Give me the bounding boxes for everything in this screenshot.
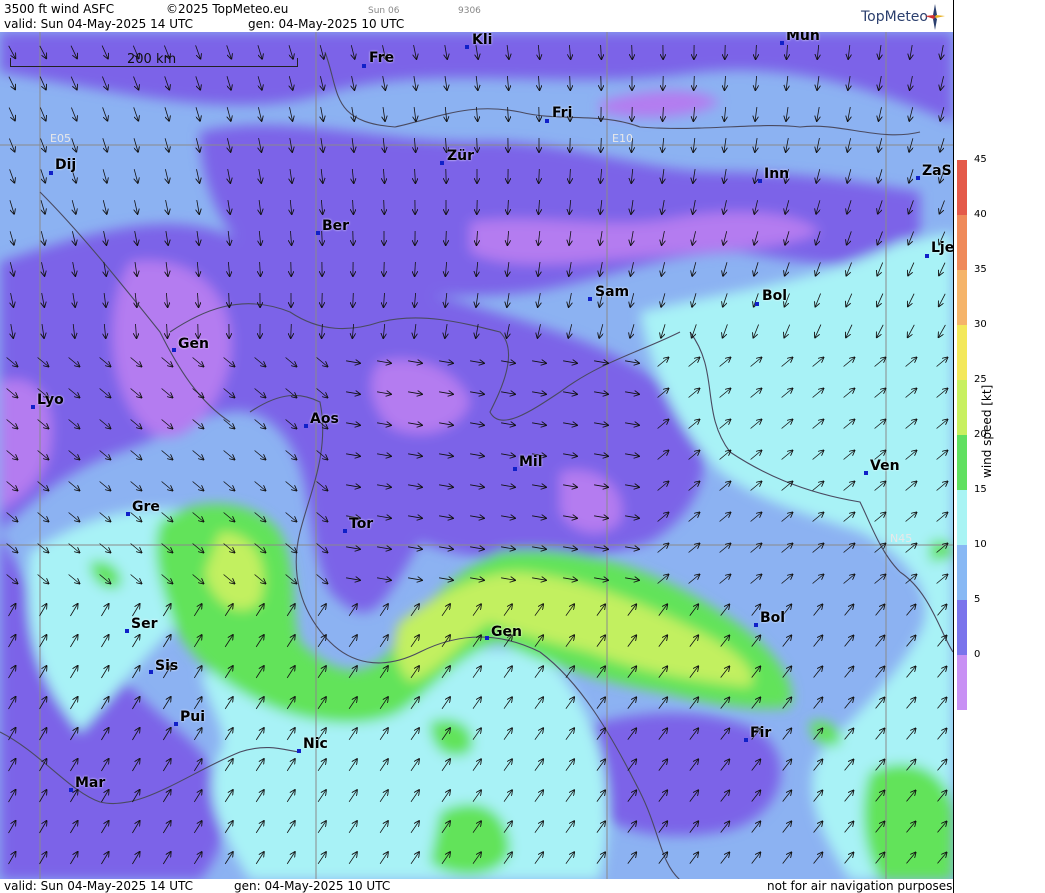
city-marker bbox=[513, 467, 517, 471]
header: 3500 ft wind ASFC ©2025 TopMeteo.eu Sun … bbox=[0, 0, 953, 32]
legend-color-step bbox=[957, 380, 967, 435]
city-marker bbox=[69, 788, 73, 792]
city-marker bbox=[758, 179, 762, 183]
city-label[interactable]: Sis bbox=[155, 658, 178, 674]
wind-speed-legend: 45 40 35 30 25 20 15 10 5 0 wind speed [kt] bbox=[953, 0, 1045, 893]
compass-star-icon bbox=[925, 4, 945, 30]
city-label[interactable]: Aos bbox=[310, 411, 339, 427]
city-marker bbox=[297, 749, 301, 753]
disclaimer: not for air navigation purposes bbox=[767, 879, 953, 893]
city-label[interactable]: Lyo bbox=[37, 392, 64, 408]
city-marker bbox=[588, 297, 592, 301]
city-label[interactable]: Ber bbox=[322, 218, 349, 234]
footer: valid: Sun 04-May-2025 14 UTC gen: 04-Ma… bbox=[0, 879, 953, 893]
city-label[interactable]: Bol bbox=[760, 610, 785, 626]
city-marker bbox=[362, 64, 366, 68]
legend-tick: 40 bbox=[974, 209, 987, 220]
city-label[interactable]: Nic bbox=[303, 736, 328, 752]
city-marker bbox=[864, 471, 868, 475]
legend-tick: 5 bbox=[974, 594, 981, 605]
footer-valid-time: valid: Sun 04-May-2025 14 UTC bbox=[4, 879, 193, 893]
city-marker bbox=[440, 161, 444, 165]
city-marker bbox=[485, 636, 489, 640]
city-label[interactable]: Fir bbox=[750, 725, 771, 741]
city-label[interactable]: Mar bbox=[75, 775, 105, 791]
legend-color-step bbox=[957, 600, 967, 655]
chart-title: 3500 ft wind ASFC bbox=[4, 2, 115, 16]
city-marker bbox=[925, 254, 929, 258]
legend-color-step bbox=[957, 215, 967, 270]
city-label[interactable]: Fri bbox=[552, 105, 572, 121]
city-marker bbox=[149, 670, 153, 674]
city-marker bbox=[465, 45, 469, 49]
city-marker bbox=[31, 405, 35, 409]
city-label[interactable]: Dij bbox=[55, 157, 76, 173]
copyright: ©2025 TopMeteo.eu bbox=[166, 2, 289, 16]
city-label[interactable]: Mün bbox=[786, 32, 820, 44]
city-label[interactable]: Inn bbox=[764, 166, 789, 182]
legend-colorbar bbox=[957, 160, 967, 710]
legend-color-step bbox=[957, 655, 967, 710]
label-e10: E10 bbox=[612, 132, 633, 145]
footer-generated-time: gen: 04-May-2025 10 UTC bbox=[234, 879, 391, 893]
scale-label: 200 km bbox=[127, 52, 177, 67]
legend-tick: 30 bbox=[974, 319, 987, 330]
legend-tick: 15 bbox=[974, 484, 987, 495]
city-marker bbox=[343, 529, 347, 533]
city-label[interactable]: Mil bbox=[519, 454, 543, 470]
city-marker bbox=[916, 176, 920, 180]
label-e05: E05 bbox=[50, 132, 71, 145]
legend-tick: 45 bbox=[974, 154, 987, 165]
legend-tick: 10 bbox=[974, 539, 987, 550]
topmeteo-logo[interactable]: TopMeteo bbox=[861, 9, 928, 25]
city-marker bbox=[49, 171, 53, 175]
legend-title: wind speed [kt] bbox=[980, 384, 994, 478]
legend-color-step bbox=[957, 545, 967, 600]
legend-color-step bbox=[957, 160, 967, 215]
city-label[interactable]: Pui bbox=[180, 709, 205, 725]
legend-tick: 35 bbox=[974, 264, 987, 275]
city-label[interactable]: Gen bbox=[178, 336, 209, 352]
city-marker bbox=[172, 348, 176, 352]
forecast-code: 9306 bbox=[458, 6, 481, 16]
city-label[interactable]: Tor bbox=[349, 516, 373, 532]
city-marker bbox=[545, 119, 549, 123]
city-label[interactable]: Lje bbox=[931, 240, 953, 256]
wind-map[interactable]: E05 E10 N45 200 km Kli Mün Fre Fri Dij Zür Inn… bbox=[0, 32, 953, 880]
legend-tick: 0 bbox=[974, 649, 981, 660]
city-marker bbox=[125, 629, 129, 633]
wind-speed-field bbox=[0, 32, 953, 880]
city-marker bbox=[174, 722, 178, 726]
day-tab[interactable]: Sun 06 bbox=[368, 4, 399, 18]
city-label[interactable]: Bol bbox=[762, 288, 787, 304]
city-marker bbox=[304, 424, 308, 428]
city-label[interactable]: Gre bbox=[132, 499, 160, 515]
city-marker bbox=[744, 738, 748, 742]
legend-color-step bbox=[957, 490, 967, 545]
city-marker bbox=[780, 41, 784, 45]
valid-time: valid: Sun 04-May-2025 14 UTC bbox=[4, 17, 193, 31]
city-label[interactable]: ZaS bbox=[922, 163, 952, 179]
city-marker bbox=[316, 231, 320, 235]
city-label[interactable]: Sam bbox=[595, 284, 629, 300]
generated-time: gen: 04-May-2025 10 UTC bbox=[248, 17, 405, 31]
legend-tick: 25 bbox=[974, 374, 987, 385]
city-label[interactable]: Zür bbox=[447, 148, 474, 164]
city-label[interactable]: Fre bbox=[369, 50, 394, 66]
legend-color-step bbox=[957, 435, 967, 490]
city-label[interactable]: Ser bbox=[131, 616, 157, 632]
label-n45: N45 bbox=[890, 532, 913, 545]
city-label[interactable]: Ven bbox=[870, 458, 900, 474]
city-label[interactable]: Kli bbox=[472, 32, 492, 48]
city-marker bbox=[755, 302, 759, 306]
city-marker bbox=[126, 512, 130, 516]
city-marker bbox=[754, 623, 758, 627]
city-label[interactable]: Gen bbox=[491, 624, 522, 640]
legend-color-step bbox=[957, 270, 967, 325]
legend-color-step bbox=[957, 325, 967, 380]
